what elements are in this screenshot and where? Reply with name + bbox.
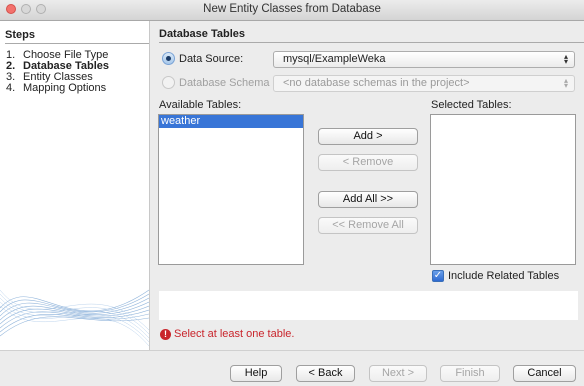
- back-button[interactable]: < Back: [296, 365, 355, 382]
- window-titlebar: New Entity Classes from Database: [0, 0, 584, 21]
- step-item: 4. Mapping Options: [6, 82, 107, 94]
- database-schema-radio[interactable]: [162, 76, 175, 89]
- data-source-label: Data Source:: [179, 53, 244, 65]
- database-schema-combo[interactable]: <no database schemas in the project> ▴ ▾: [273, 75, 575, 92]
- finish-button[interactable]: Finish: [440, 365, 500, 382]
- steps-divider: [5, 43, 149, 44]
- step-list: 1. Choose File Type 2. Database Tables 3. E…: [6, 50, 109, 94]
- message-area: [159, 291, 578, 320]
- help-button[interactable]: Help: [230, 365, 282, 382]
- steps-panel: Steps 1. Choose File Type 2. Database Tabl…: [0, 21, 149, 350]
- section-divider: [159, 42, 584, 43]
- radio-selected-dot: [166, 56, 171, 61]
- wizard-wave-decoration: [0, 289, 149, 347]
- data-source-radio[interactable]: [162, 52, 175, 65]
- selected-tables-list[interactable]: [430, 114, 576, 265]
- list-item[interactable]: weather: [159, 115, 303, 128]
- include-related-label: Include Related Tables: [448, 270, 560, 282]
- available-tables-list[interactable]: weather: [158, 114, 304, 265]
- available-tables-label: Available Tables:: [159, 99, 242, 111]
- combo-arrows-icon: ▴ ▾: [563, 52, 568, 66]
- next-button[interactable]: Next >: [369, 365, 427, 382]
- error-icon: !: [160, 329, 171, 340]
- remove-button[interactable]: < Remove: [318, 154, 418, 171]
- include-related-checkbox[interactable]: ✓: [432, 270, 444, 282]
- window-title: New Entity Classes from Database: [203, 3, 381, 15]
- combo-arrows-icon: ▴ ▾: [563, 76, 568, 90]
- section-title: Database Tables: [159, 28, 246, 40]
- footer-divider: [0, 350, 584, 351]
- database-schema-label: Database Schema: [179, 77, 270, 89]
- add-all-button[interactable]: Add All >>: [318, 191, 418, 208]
- selected-tables-label: Selected Tables:: [431, 99, 512, 111]
- data-source-combo[interactable]: mysql/ExampleWeka ▴ ▾: [273, 51, 575, 68]
- panel-divider: [149, 21, 150, 350]
- cancel-button[interactable]: Cancel: [513, 365, 576, 382]
- remove-all-button[interactable]: << Remove All: [318, 217, 418, 234]
- add-button[interactable]: Add >: [318, 128, 418, 145]
- steps-title: Steps: [5, 29, 35, 41]
- error-message: Select at least one table.: [174, 328, 295, 340]
